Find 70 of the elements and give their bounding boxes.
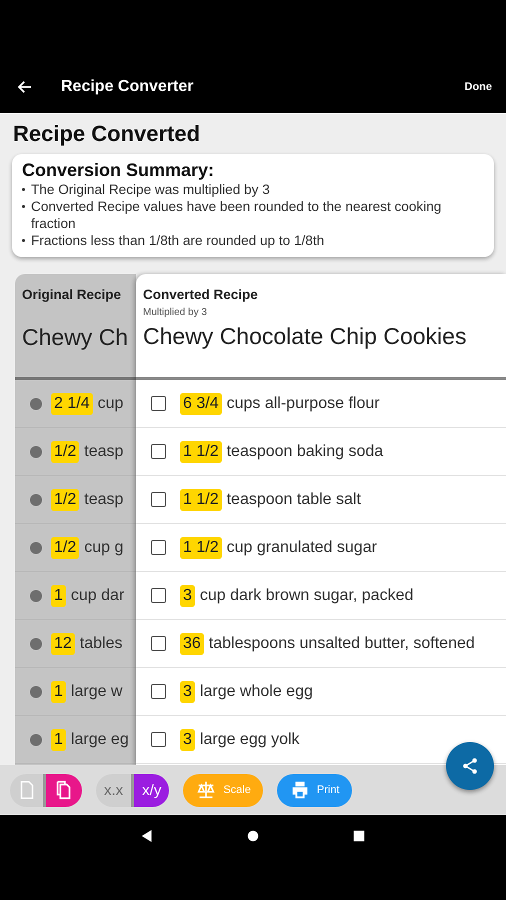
bullet-icon (30, 734, 42, 746)
bullet-icon (30, 590, 42, 602)
recipe-name: Chewy Ch (22, 324, 128, 351)
quantity-highlight: 1/2 (51, 536, 80, 558)
ingredient-text: large egg yolk (200, 730, 300, 748)
quantity-highlight: 1 1/2 (180, 536, 222, 558)
ingredient-text: teasp (84, 490, 124, 508)
checkbox[interactable] (151, 444, 166, 459)
done-button[interactable]: Done (464, 80, 492, 92)
checkbox[interactable] (151, 636, 166, 651)
number-format-toggle[interactable]: x/y (134, 774, 170, 806)
checkbox[interactable] (151, 684, 166, 699)
quantity-highlight: 1 (51, 680, 66, 702)
format-toggle[interactable] (46, 774, 82, 806)
scale-button[interactable]: Scale (183, 774, 263, 806)
summary-text: The Original Recipe was multiplied by 3 (31, 181, 270, 198)
format-toggle[interactable] (10, 774, 46, 806)
quantity-highlight: 3 (180, 728, 195, 750)
bullet-icon (30, 494, 42, 506)
checkbox[interactable] (151, 396, 166, 411)
quantity-highlight: 1 (51, 584, 66, 606)
recipe-name: Chewy Chocolate Chip Cookies (143, 323, 466, 350)
checkbox[interactable] (151, 492, 166, 507)
checkbox[interactable] (151, 732, 166, 747)
bullet-icon (22, 239, 25, 242)
ingredient-text: cup dar (70, 586, 124, 604)
bullet-icon (30, 686, 42, 698)
ingredient-text: teaspoon baking soda (226, 442, 384, 460)
quantity-highlight: 1 (51, 728, 66, 750)
quantity-highlight: 6 3/4 (180, 392, 222, 414)
column-label: Original Recipe (22, 287, 122, 302)
quantity-highlight: 36 (180, 632, 204, 654)
quantity-highlight: 3 (180, 680, 195, 702)
summary-text: Converted Recipe values have been rounded to the nearest cooking fraction (31, 198, 442, 232)
ingredient-text: teaspoon table salt (226, 490, 361, 508)
ingredient-text: large w (70, 682, 122, 700)
bullet-icon (30, 542, 42, 554)
ingredient-text: cup (98, 394, 124, 412)
ingredient-text: large whole egg (200, 682, 313, 700)
summary-title: Conversion Summary: (22, 160, 216, 181)
ingredient-text: cups all-purpose flour (226, 394, 380, 412)
quantity-highlight: 2 1/4 (51, 392, 93, 414)
ingredient-text: tablespoons unsalted butter, softened (208, 634, 475, 652)
column-subtitle: Multiplied by 3 (143, 307, 207, 318)
ingredient-text: cup granulated sugar (226, 538, 377, 556)
quantity-highlight: 1/2 (51, 488, 80, 510)
bullet-icon (22, 205, 25, 208)
bullet-icon (30, 398, 42, 410)
bullet-icon (30, 638, 42, 650)
checkbox[interactable] (151, 588, 166, 603)
ingredient-text: tables (80, 634, 122, 652)
print-button[interactable]: Print (276, 774, 352, 806)
column-label: Converted Recipe (143, 287, 258, 302)
ingredient-text: cup g (84, 538, 124, 556)
quantity-highlight: 3 (180, 584, 195, 606)
quantity-highlight: 1/2 (51, 440, 80, 462)
bullet-icon (30, 446, 42, 458)
number-format-toggle[interactable]: x.x (96, 774, 134, 806)
ingredient-text: large eg (70, 730, 129, 748)
page-heading: Recipe Converted (13, 121, 202, 147)
ingredient-text: cup dark brown sugar, packed (200, 586, 414, 604)
screen-title: Recipe Converter (61, 78, 194, 96)
summary-text: Fractions less than 1/8th are rounded up to 1/8th (31, 232, 324, 249)
ingredient-text: teasp (84, 442, 124, 460)
quantity-highlight: 1 1/2 (180, 440, 222, 462)
quantity-highlight: 12 (51, 632, 75, 654)
quantity-highlight: 1 1/2 (180, 488, 222, 510)
checkbox[interactable] (151, 540, 166, 555)
bullet-icon (22, 188, 25, 191)
balance-scale-icon (195, 779, 218, 801)
